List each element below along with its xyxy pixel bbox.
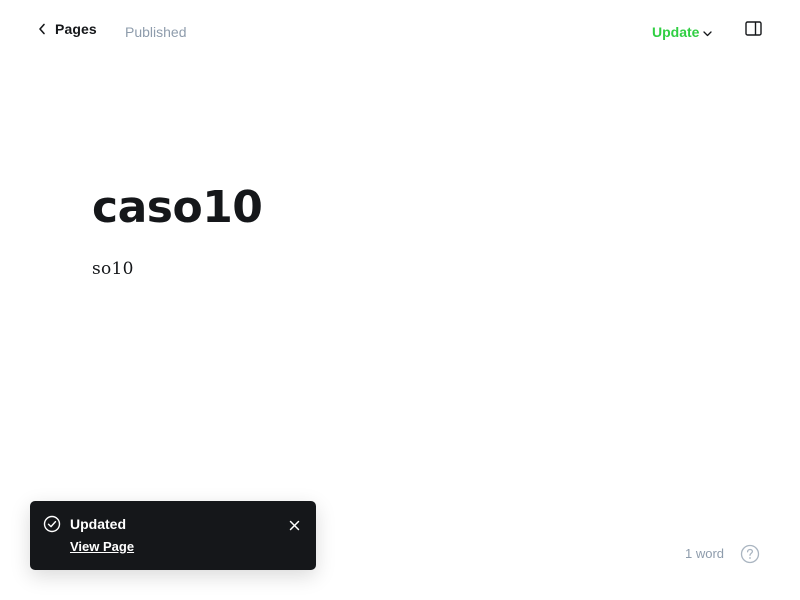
help-circle-icon	[740, 544, 760, 568]
chevron-down-icon	[699, 24, 713, 40]
editor-header: Pages Published Update	[0, 0, 800, 64]
toast-title: Updated	[70, 516, 126, 532]
editor-content: caso10 so10	[92, 176, 712, 279]
update-button[interactable]: Update	[652, 24, 713, 40]
help-button[interactable]	[740, 544, 760, 564]
word-count: 1 word	[685, 546, 725, 561]
back-to-pages-link[interactable]: Pages	[38, 21, 97, 37]
sidebar-toggle-button[interactable]	[745, 21, 763, 37]
check-circle-icon	[43, 515, 61, 538]
update-notification-toast: Updated View Page	[30, 501, 316, 570]
editor-page: Pages Published Update caso10 so10 Updat…	[0, 0, 800, 600]
back-link-label: Pages	[55, 21, 97, 37]
view-page-link[interactable]: View Page	[70, 539, 134, 554]
chevron-left-icon	[38, 23, 46, 35]
update-button-label: Update	[652, 24, 700, 40]
close-icon[interactable]	[289, 518, 300, 531]
sidebar-toggle-icon	[745, 21, 763, 41]
publish-status: Published	[125, 24, 187, 40]
page-body-editor[interactable]: so10	[92, 259, 712, 279]
page-title-input[interactable]: caso10	[92, 176, 712, 240]
